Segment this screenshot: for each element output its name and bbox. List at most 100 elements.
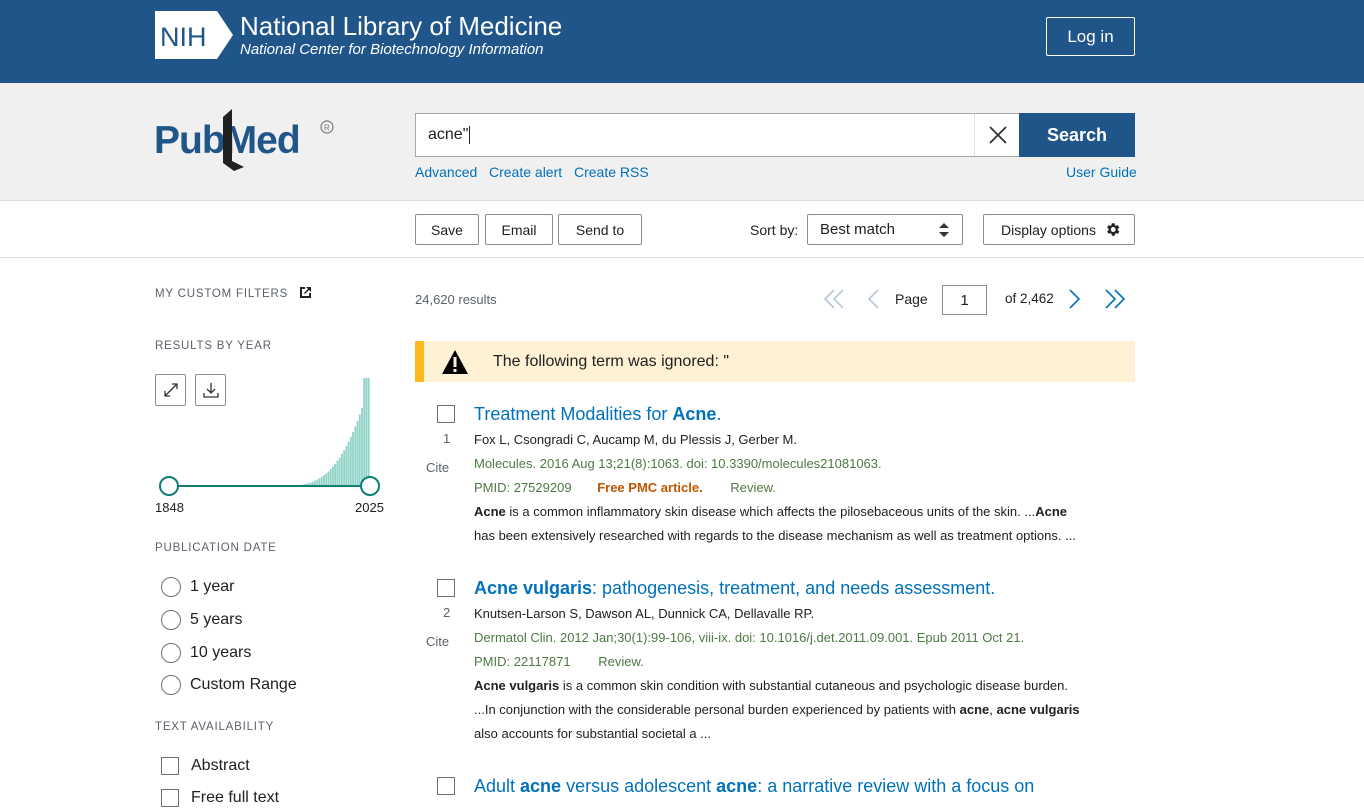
email-button[interactable]: Email	[485, 214, 553, 245]
histogram-bar	[318, 478, 321, 486]
checkbox-icon	[161, 757, 179, 775]
results-count: 24,620 results	[415, 292, 497, 307]
date-filter-1-year[interactable]: 1 year	[161, 576, 234, 598]
create-alert-link[interactable]: Create alert	[489, 164, 562, 180]
search-button[interactable]: Search	[1019, 113, 1135, 157]
ignored-term-notice: The following term was ignored: "	[415, 341, 1135, 382]
result-authors: Fox L, Csongradi C, Aucamp M, du Plessis…	[474, 432, 797, 447]
user-guide-link[interactable]: User Guide	[1066, 164, 1137, 180]
date-filter-5-years[interactable]: 5 years	[161, 609, 242, 631]
result-number: 1	[443, 431, 451, 446]
sort-value: Best match	[820, 221, 896, 238]
save-button[interactable]: Save	[415, 214, 479, 245]
filter-abstract[interactable]: Abstract	[161, 755, 250, 777]
radio-icon	[161, 577, 181, 597]
notice-text: The following term was ignored: "	[493, 353, 730, 370]
publication-date-heading: PUBLICATION DATE	[155, 542, 277, 554]
histogram-bar	[358, 414, 361, 486]
login-button[interactable]: Log in	[1046, 17, 1135, 56]
histogram-bar	[334, 463, 337, 486]
close-icon	[988, 126, 1007, 144]
pubmed-logo[interactable]: PubMed R	[154, 105, 339, 173]
histogram-bar	[320, 476, 323, 486]
create-rss-link[interactable]: Create RSS	[574, 164, 649, 180]
external-link-icon	[300, 287, 312, 298]
clear-search-button[interactable]	[974, 114, 1020, 156]
next-page-icon[interactable]	[1068, 288, 1082, 310]
nih-subtitle: National Center for Biotechnology Inform…	[240, 41, 544, 58]
histogram-bar	[323, 475, 325, 486]
result-title[interactable]: Treatment Modalities for Acne.	[474, 404, 721, 425]
review-badge: Review.	[730, 480, 776, 495]
histogram-bar	[352, 431, 354, 486]
nih-logo-icon[interactable]: NIH	[155, 11, 233, 59]
display-options-label: Display options	[1001, 221, 1096, 238]
year-start-label: 1848	[155, 500, 184, 515]
histogram-bar	[363, 378, 366, 486]
result-snippet: Acne vulgaris is a common skin condition…	[474, 678, 1069, 693]
result-snippet: has been extensively researched with reg…	[474, 528, 1076, 543]
page-label: Page	[895, 291, 928, 307]
checkbox-icon	[161, 789, 179, 807]
result-checkbox[interactable]	[437, 405, 455, 423]
last-page-icon[interactable]	[1104, 288, 1126, 310]
advanced-link[interactable]: Advanced	[415, 164, 477, 180]
filter-free-full-text[interactable]: Free full text	[161, 787, 279, 809]
histogram-bar	[329, 468, 332, 486]
histogram-bar	[338, 457, 341, 486]
result-pmid: PMID: 22117871 Review.	[474, 654, 644, 669]
result-number: 2	[443, 605, 451, 620]
year-end-label: 2025	[355, 500, 384, 515]
free-pmc-badge: Free PMC article.	[597, 480, 703, 495]
results-by-year-heading: RESULTS BY YEAR	[155, 340, 272, 352]
sort-label: Sort by:	[750, 222, 799, 238]
result-title[interactable]: Adult acne versus adolescent acne: a nar…	[474, 776, 1034, 797]
page-total: of 2,462	[1005, 291, 1054, 306]
previous-page-icon[interactable]	[866, 288, 880, 310]
histogram-bar	[347, 441, 350, 486]
histogram-bar	[327, 471, 330, 486]
text-availability-heading: TEXT AVAILABILITY	[155, 721, 275, 733]
select-arrows-icon	[939, 223, 949, 237]
toolbar-divider	[0, 257, 1364, 258]
svg-text:R: R	[324, 124, 330, 133]
histogram-bar	[340, 454, 343, 486]
cite-button[interactable]: Cite	[426, 460, 449, 475]
cite-button[interactable]: Cite	[426, 634, 449, 649]
sort-select[interactable]: Best match	[807, 214, 963, 245]
custom-filters-heading[interactable]: MY CUSTOM FILTERS	[155, 286, 312, 300]
histogram-bar	[332, 466, 334, 486]
result-snippet: also accounts for substantial societal a…	[474, 726, 712, 741]
gear-icon	[1107, 223, 1120, 236]
histogram-bar	[356, 420, 359, 486]
warning-icon	[442, 350, 468, 374]
nih-title[interactable]: National Library of Medicine	[240, 11, 562, 41]
year-slider-start-handle[interactable]	[159, 476, 179, 496]
histogram-bar	[325, 473, 328, 486]
result-citation: Molecules. 2016 Aug 13;21(8):1063. doi: …	[474, 456, 882, 471]
send-to-button[interactable]: Send to	[558, 214, 642, 245]
date-filter-custom-range[interactable]: Custom Range	[161, 674, 297, 696]
histogram-bar	[361, 408, 363, 486]
result-checkbox[interactable]	[437, 579, 455, 597]
result-title[interactable]: Acne vulgaris: pathogenesis, treatment, …	[474, 578, 995, 599]
radio-icon	[161, 675, 181, 695]
histogram-bar	[349, 436, 352, 486]
search-query[interactable]: acne"	[428, 126, 471, 144]
results-by-year-histogram[interactable]	[155, 370, 385, 500]
histogram-bar	[343, 450, 346, 486]
result-checkbox[interactable]	[437, 777, 455, 795]
histogram-bar	[365, 378, 368, 486]
nih-header: NIH National Library of Medicine Nationa…	[0, 0, 1364, 83]
histogram-bar	[354, 426, 357, 486]
display-options-button[interactable]: Display options	[983, 214, 1135, 245]
date-filter-10-years[interactable]: 10 years	[161, 642, 251, 664]
result-snippet: ...In conjunction with the considerable …	[474, 702, 1080, 717]
search-input[interactable]: acne"	[415, 113, 1020, 157]
year-slider-end-handle[interactable]	[360, 476, 380, 496]
result-citation: Dermatol Clin. 2012 Jan;30(1):99-106, vi…	[474, 630, 1025, 645]
first-page-icon[interactable]	[823, 288, 845, 310]
nih-logo-text: NIH	[160, 22, 207, 52]
histogram-bar	[367, 378, 370, 486]
page-number-input[interactable]: 1	[942, 285, 987, 315]
